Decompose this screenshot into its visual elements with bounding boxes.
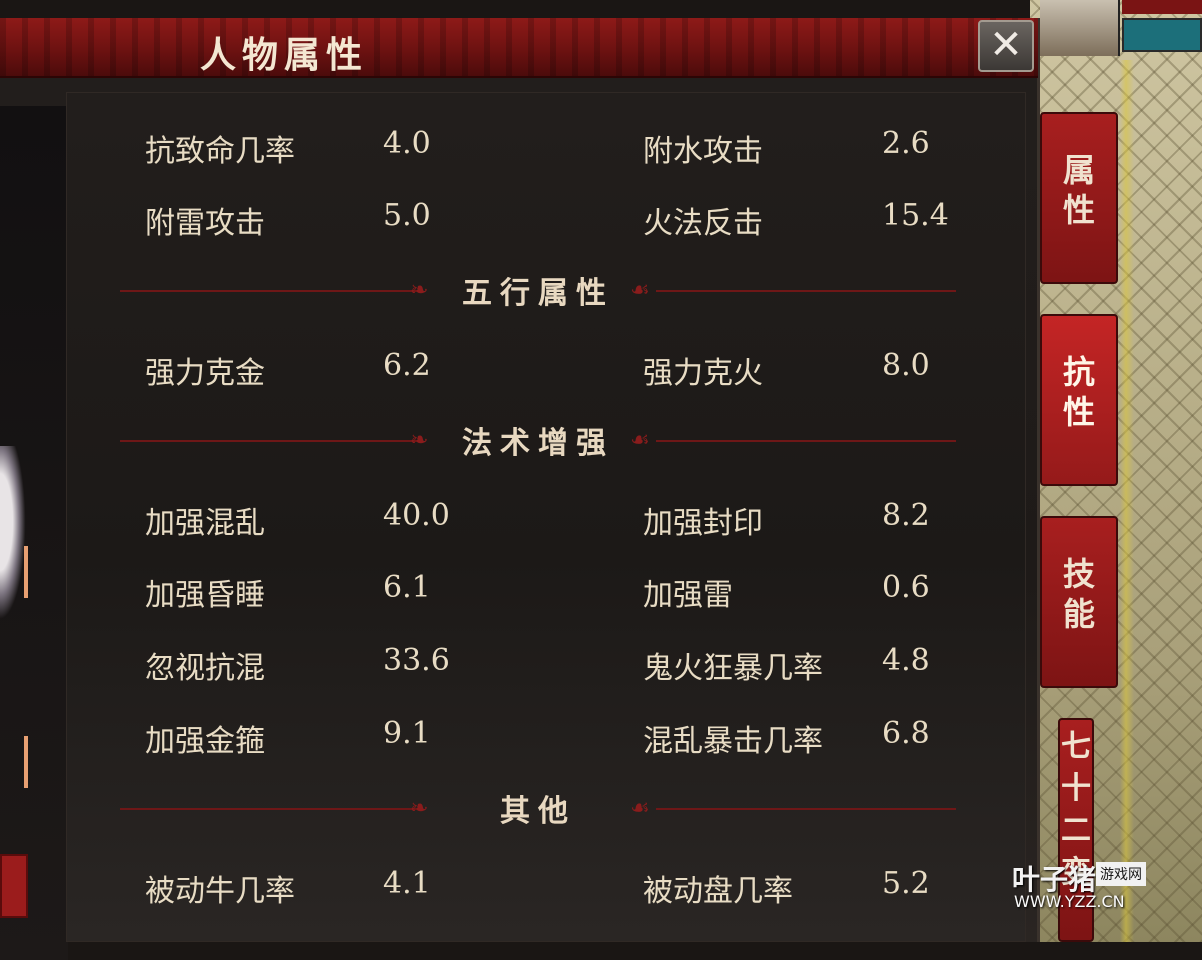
section-divider xyxy=(656,290,956,292)
tab-label: 性 xyxy=(1062,393,1095,431)
flourish-right-icon: ☙ xyxy=(630,428,650,453)
stat-value: 2.6 xyxy=(882,126,930,161)
tab-label: 性 xyxy=(1062,191,1095,229)
stat-label: 加强混乱 xyxy=(145,506,265,541)
stat-value: 5.2 xyxy=(882,866,930,901)
stat-label: 强力克金 xyxy=(145,356,265,391)
flourish-right-icon: ☙ xyxy=(630,796,650,821)
stat-row: 加强金箍 9.1 混乱暴击几率 6.8 xyxy=(0,716,1030,760)
character-attributes-panel: 人物属性 ✕ 抗致命几率 4.0 附水攻击 2.6 附雷攻击 5.0 火法反击 … xyxy=(0,18,1040,960)
section-divider xyxy=(656,440,956,442)
section-header-wuxing: ❧ 五行属性 ☙ xyxy=(120,268,956,311)
stat-row: 加强昏睡 6.1 加强雷 0.6 xyxy=(0,570,1030,614)
stat-row: 附雷攻击 5.0 火法反击 15.4 xyxy=(0,198,1030,242)
stat-label: 鬼火狂暴几率 xyxy=(643,651,823,686)
stat-value: 4.0 xyxy=(383,126,431,161)
section-header-qita: ❧ 其他 ☙ xyxy=(120,786,956,829)
scene-highlight xyxy=(1120,60,1202,942)
stat-label: 加强昏睡 xyxy=(145,578,265,613)
tab-label: 技 xyxy=(1062,555,1095,593)
stat-label: 加强封印 xyxy=(643,506,763,541)
tab-skills[interactable]: 技 能 xyxy=(1040,516,1118,688)
stat-label: 附水攻击 xyxy=(643,134,763,169)
stat-value: 8.0 xyxy=(882,348,930,383)
flourish-right-icon: ☙ xyxy=(630,278,650,303)
watermark-url: WWW.YZZ.CN xyxy=(1014,892,1125,911)
tab-resistance[interactable]: 抗 性 xyxy=(1040,314,1118,486)
stat-value: 6.2 xyxy=(383,348,431,383)
stat-row: 强力克金 6.2 强力克火 8.0 xyxy=(0,348,1030,392)
title-bar: 人物属性 ✕ xyxy=(0,18,1038,78)
stat-label: 混乱暴击几率 xyxy=(643,724,823,759)
stat-value: 15.4 xyxy=(882,198,949,233)
stat-label: 被动牛几率 xyxy=(145,874,295,909)
stat-value: 40.0 xyxy=(383,498,450,533)
stat-value: 6.8 xyxy=(882,716,930,751)
stat-label: 忽视抗混 xyxy=(145,651,265,686)
stat-value: 6.1 xyxy=(383,570,431,605)
tab-label: 抗 xyxy=(1062,353,1095,391)
stat-row: 忽视抗混 33.6 鬼火狂暴几率 4.8 xyxy=(0,643,1030,687)
stat-value: 9.1 xyxy=(383,716,431,751)
tab-label: 属 xyxy=(1062,151,1095,189)
close-button[interactable]: ✕ xyxy=(978,20,1034,72)
stat-row: 抗致命几率 4.0 附水攻击 2.6 xyxy=(0,126,1030,170)
stat-value: 8.2 xyxy=(882,498,930,533)
stat-label: 附雷攻击 xyxy=(145,206,265,241)
tab-label: 能 xyxy=(1062,595,1095,633)
stat-label: 加强雷 xyxy=(643,578,733,613)
hp-bar xyxy=(1122,0,1202,14)
watermark-tag: 游戏网 xyxy=(1096,862,1146,886)
stat-row: 被动牛几率 4.1 被动盘几率 5.2 xyxy=(0,866,1030,910)
mp-bar xyxy=(1122,18,1202,52)
stat-row: 加强混乱 40.0 加强封印 8.2 xyxy=(0,498,1030,542)
stat-label: 加强金箍 xyxy=(145,724,265,759)
stat-value: 5.0 xyxy=(383,198,431,233)
stat-value: 33.6 xyxy=(383,643,450,678)
stat-value: 4.8 xyxy=(882,643,930,678)
site-watermark: 叶子猪 游戏网 WWW.YZZ.CN xyxy=(1012,858,1172,918)
stat-label: 火法反击 xyxy=(643,206,763,241)
stat-label: 抗致命几率 xyxy=(145,134,295,169)
section-header-fashu: ❧ 法术增强 ☙ xyxy=(120,418,956,461)
stat-label: 强力克火 xyxy=(643,356,763,391)
stat-value: 0.6 xyxy=(882,570,930,605)
tab-attributes[interactable]: 属 性 xyxy=(1040,112,1118,284)
stat-value: 4.1 xyxy=(383,866,431,901)
window-title: 人物属性 xyxy=(200,34,369,76)
stat-label: 被动盘几率 xyxy=(643,874,793,909)
section-divider xyxy=(656,808,956,810)
character-portrait[interactable] xyxy=(1040,0,1120,56)
